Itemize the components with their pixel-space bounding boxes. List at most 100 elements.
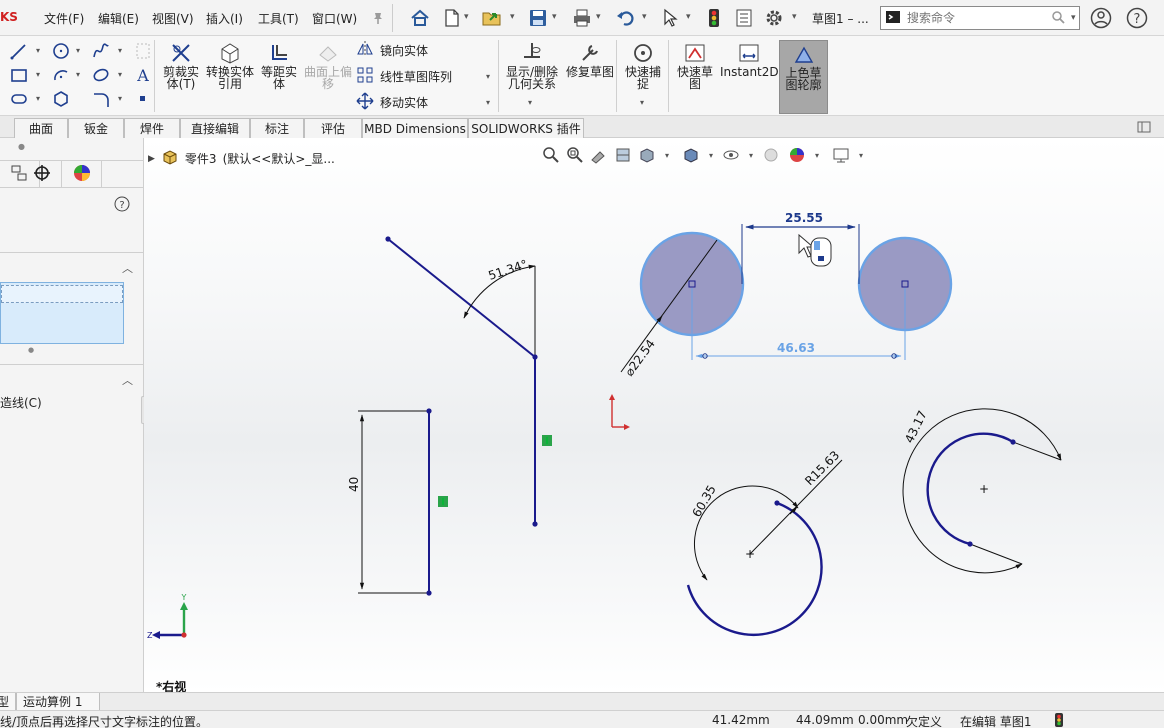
trim-entities-button[interactable]: 剪裁实体(T): [158, 40, 204, 90]
repair-sketch-button[interactable]: 修复草图: [566, 40, 614, 78]
chevron-down-icon[interactable]: ▾: [792, 12, 797, 22]
arc-endpoint[interactable]: [1010, 439, 1016, 445]
arc-sketch-left[interactable]: 60.35 R15.63 +: [686, 448, 843, 637]
arc-endpoint[interactable]: [774, 500, 780, 506]
point-icon[interactable]: [132, 88, 154, 110]
gap-dimension-text[interactable]: 25.55: [785, 211, 823, 225]
open-folder-icon[interactable]: [480, 6, 504, 30]
tab-sheet-metal[interactable]: 钣金: [68, 118, 124, 138]
tab-direct-editing[interactable]: 直接编辑: [180, 118, 250, 138]
menu-file[interactable]: 文件(F): [44, 10, 84, 27]
move-entities-button[interactable]: 移动实体: [356, 92, 428, 113]
tab-mbd-dimensions[interactable]: MBD Dimensions: [362, 118, 468, 138]
inclined-line[interactable]: [387, 238, 536, 358]
tab-solidworks-addins[interactable]: SOLIDWORKS 插件: [468, 118, 584, 138]
selection-list-item[interactable]: [1, 285, 123, 303]
menu-insert[interactable]: 插入(I): [206, 10, 243, 27]
line-endpoint[interactable]: [426, 590, 432, 596]
menu-edit[interactable]: 编辑(E): [98, 10, 139, 27]
chevron-down-icon[interactable]: ▾: [76, 70, 80, 79]
home-icon[interactable]: [408, 6, 432, 30]
search-box[interactable]: ▾: [880, 6, 1080, 30]
undo-icon[interactable]: [614, 6, 638, 30]
chevron-down-icon[interactable]: ▾: [36, 70, 40, 79]
chevron-down-icon[interactable]: ▾: [552, 12, 557, 22]
spline-icon[interactable]: [90, 40, 112, 62]
search-icon[interactable]: [1051, 10, 1065, 27]
panel-grip-icon[interactable]: ●: [18, 142, 25, 151]
tab-model[interactable]: 模型: [0, 693, 16, 711]
slot-icon[interactable]: [8, 88, 30, 110]
line-icon[interactable]: [8, 40, 30, 62]
offset-on-surface-button[interactable]: 曲面上偏移: [304, 40, 352, 90]
arc-angle-dimension-text[interactable]: 60.35: [689, 483, 718, 520]
tab-display-manager[interactable]: [62, 161, 102, 187]
chevron-down-icon[interactable]: ▾: [640, 98, 644, 107]
new-document-icon[interactable]: [440, 6, 464, 30]
chevron-down-icon[interactable]: ▾: [686, 12, 691, 22]
quick-snaps-button[interactable]: 快速捕捉: [620, 40, 666, 90]
display-delete-relations-button[interactable]: 显示/删除几何关系: [502, 40, 562, 90]
chevron-down-icon[interactable]: ▾: [36, 94, 40, 103]
radius-dimension-text[interactable]: R15.63: [802, 448, 842, 488]
tab-motion-study[interactable]: 运动算例 1: [16, 693, 100, 711]
sketch-origin[interactable]: [609, 394, 630, 430]
chevron-down-icon[interactable]: ▾: [510, 12, 515, 22]
help-icon[interactable]: ?: [114, 196, 130, 215]
construction-line-option[interactable]: 造线(C): [0, 394, 42, 411]
line-endpoint[interactable]: [426, 408, 432, 414]
angle-sketch[interactable]: 51.34°: [385, 236, 552, 527]
linear-pattern-button[interactable]: 线性草图阵列: [356, 66, 452, 87]
line-endpoint[interactable]: [532, 521, 538, 527]
arc-endpoint[interactable]: [967, 541, 973, 547]
expand-panel-icon[interactable]: [1136, 120, 1152, 137]
sketch-panel-icon[interactable]: [132, 40, 154, 62]
search-input[interactable]: [907, 11, 1047, 25]
chevron-down-icon[interactable]: ▾: [118, 94, 122, 103]
help-icon[interactable]: ?: [1126, 7, 1148, 32]
file-properties-icon[interactable]: [732, 6, 756, 30]
save-icon[interactable]: [526, 6, 550, 30]
angle-dimension-text[interactable]: 51.34°: [487, 257, 530, 283]
line-endpoint[interactable]: [532, 354, 538, 360]
fillet-icon[interactable]: [90, 88, 112, 110]
arc-sketch-right[interactable]: 43.17 +: [902, 408, 1062, 574]
arc-length-dimension-text[interactable]: 43.17: [902, 408, 930, 445]
chevron-down-icon[interactable]: ▾: [118, 46, 122, 55]
menu-view[interactable]: 视图(V): [152, 10, 194, 27]
polygon-icon[interactable]: [50, 88, 72, 110]
menu-tools[interactable]: 工具(T): [258, 10, 299, 27]
tab-surfaces[interactable]: 曲面: [14, 118, 68, 138]
shaded-sketch-contours-button[interactable]: 上色草图轮廓: [779, 40, 828, 114]
tab-evaluate[interactable]: 评估: [304, 118, 362, 138]
pin-icon[interactable]: [366, 6, 390, 30]
diameter-dimension-text[interactable]: ⌀22.54: [622, 337, 658, 379]
tab-markup[interactable]: 标注: [250, 118, 304, 138]
sketch-arc[interactable]: [926, 432, 1014, 546]
sketch-canvas[interactable]: 51.34° 40 ⌀22.54 25.55 46.63 60.35 R15.6…: [144, 138, 1164, 692]
chevron-down-icon[interactable]: ▾: [642, 12, 647, 22]
tab-weldments[interactable]: 焊件: [124, 118, 180, 138]
rapid-sketch-button[interactable]: 快速草图: [672, 40, 718, 90]
chevron-down-icon[interactable]: ▾: [76, 46, 80, 55]
line-endpoint[interactable]: [385, 236, 391, 242]
sketch-arc[interactable]: [686, 501, 823, 637]
ellipse-icon[interactable]: [90, 64, 112, 86]
chevron-up-icon[interactable]: ︿: [122, 260, 133, 276]
mirror-entities-button[interactable]: 镜向实体: [356, 40, 428, 61]
span-dimension-text[interactable]: 46.63: [777, 341, 815, 355]
menu-window[interactable]: 窗口(W): [312, 10, 357, 27]
chevron-down-icon[interactable]: ▾: [36, 46, 40, 55]
traffic-light-icon[interactable]: [702, 6, 726, 30]
circles-sketch[interactable]: ⌀22.54 25.55 46.63: [620, 211, 953, 379]
circle-icon[interactable]: [50, 40, 72, 62]
options-gear-icon[interactable]: [762, 6, 786, 30]
select-cursor-icon[interactable]: [658, 6, 682, 30]
print-icon[interactable]: [570, 6, 594, 30]
text-icon[interactable]: A: [132, 64, 154, 86]
chevron-down-icon[interactable]: ▾: [118, 70, 122, 79]
instant2d-button[interactable]: Instant2D: [720, 40, 779, 78]
chevron-down-icon[interactable]: ▾: [486, 98, 490, 107]
chevron-down-icon[interactable]: ▾: [596, 12, 601, 22]
length-sketch[interactable]: 40: [347, 408, 448, 596]
